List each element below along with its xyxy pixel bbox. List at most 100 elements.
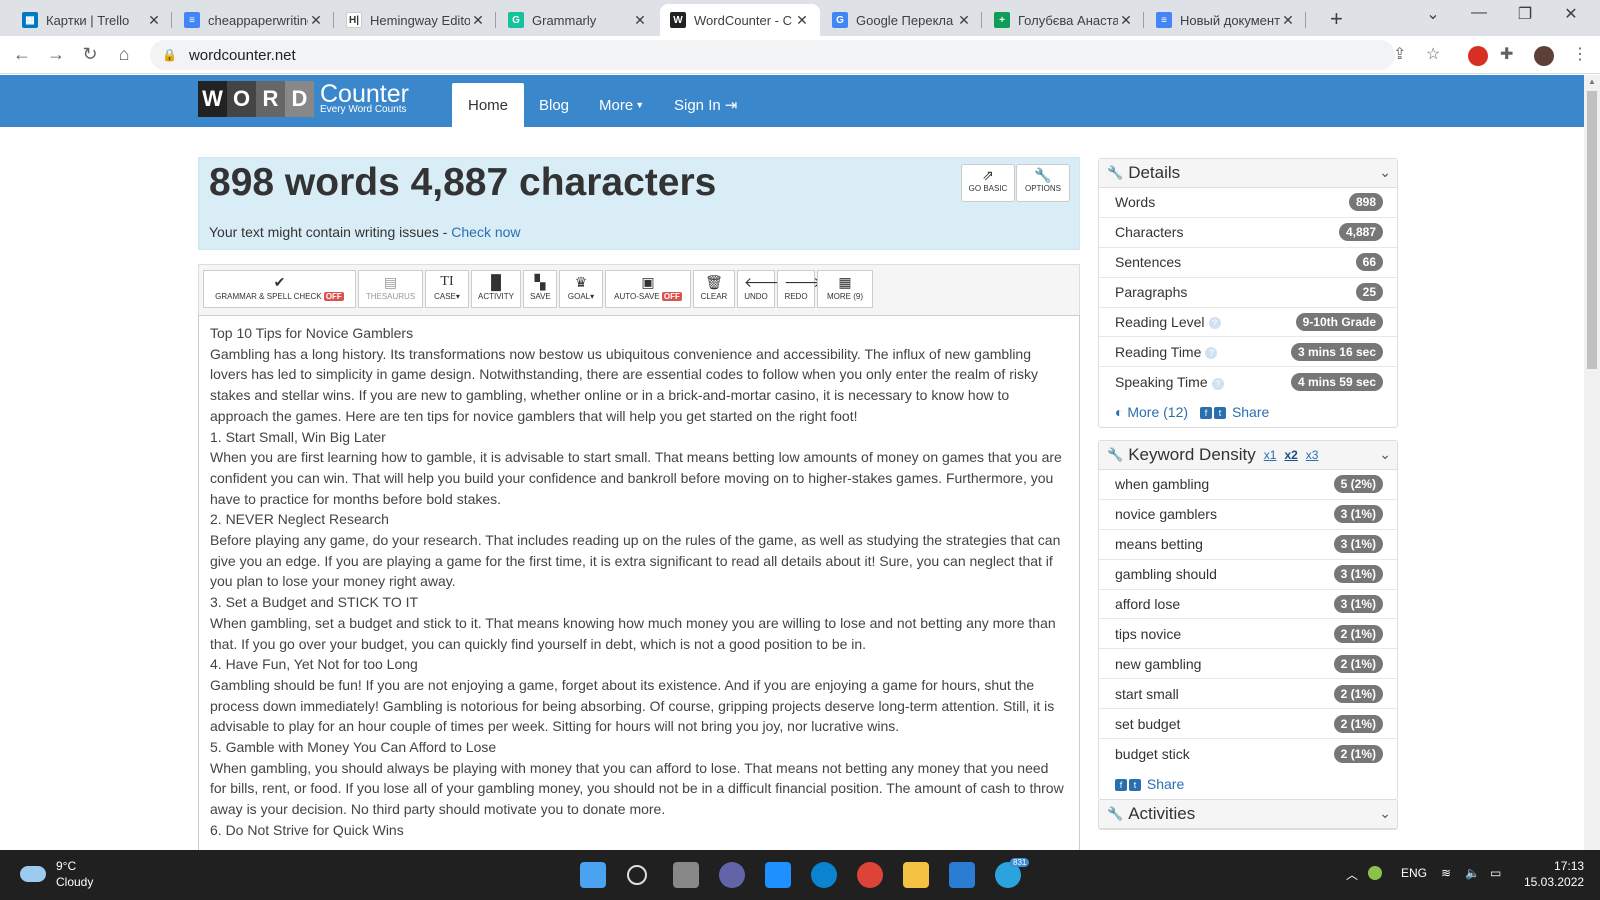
tab-close-icon[interactable]: ✕: [146, 12, 162, 29]
nav-blog[interactable]: Blog: [523, 83, 585, 127]
thesaurus-button[interactable]: ▤ THESAURUS: [358, 270, 423, 308]
page-scrollbar[interactable]: ▲: [1584, 75, 1600, 850]
browser-tab[interactable]: + Голубєва Анаста ✕: [984, 4, 1144, 36]
home-icon[interactable]: ⌂: [112, 44, 136, 65]
more-tools-button[interactable]: ▦ MORE (9): [817, 270, 873, 308]
language-indicator[interactable]: ENG: [1401, 866, 1427, 880]
browser-tab[interactable]: G Grammarly ✕: [498, 4, 658, 36]
tab-title: cheappaperwriting: [208, 12, 308, 28]
tab-close-icon[interactable]: ✕: [470, 12, 486, 29]
keyword-row[interactable]: afford lose 3 (1%): [1099, 590, 1397, 620]
keyword-row[interactable]: when gambling 5 (2%): [1099, 470, 1397, 500]
share-icon[interactable]: ⇪: [1393, 44, 1406, 64]
keyword-share-link[interactable]: ft Share: [1115, 776, 1184, 792]
weather-widget[interactable]: 9°C Cloudy: [20, 858, 93, 890]
keyword-row[interactable]: means betting 3 (1%): [1099, 530, 1397, 560]
goal-button[interactable]: ♛ GOAL▾: [559, 270, 603, 308]
text-editor[interactable]: Top 10 Tips for Novice Gamblers Gambling …: [198, 315, 1080, 850]
chevron-down-icon[interactable]: ⌄: [1379, 164, 1391, 181]
auto-save-button[interactable]: ▣ AUTO-SAVE OFF: [605, 270, 691, 308]
teams-chat-icon[interactable]: [719, 862, 745, 888]
edge-icon[interactable]: [811, 862, 837, 888]
nav-sign-in[interactable]: Sign In ⇥: [658, 83, 753, 127]
battery-icon[interactable]: ▭: [1490, 866, 1501, 880]
back-icon[interactable]: ←: [10, 44, 34, 65]
x1-toggle[interactable]: x1: [1264, 448, 1277, 462]
chevron-down-icon[interactable]: ⌄: [1379, 446, 1391, 463]
tab-close-icon[interactable]: ✕: [632, 12, 648, 29]
chrome-icon[interactable]: [857, 862, 883, 888]
browser-tab[interactable]: ≡ Новый документ ✕: [1146, 4, 1306, 36]
help-icon[interactable]: ?: [1208, 317, 1221, 330]
keyword-row[interactable]: budget stick 2 (1%): [1099, 739, 1397, 769]
keyword-row[interactable]: set budget 2 (1%): [1099, 709, 1397, 740]
scrollbar-thumb[interactable]: [1587, 91, 1597, 369]
browser-tab[interactable]: ▦ Картки | Trello ✕: [12, 4, 172, 36]
more-details-link[interactable]: ◐ More (12): [1115, 404, 1188, 420]
scroll-up-arrow-icon[interactable]: ▲: [1588, 77, 1596, 86]
chrome-menu-icon[interactable]: ⋮: [1572, 44, 1588, 64]
adblock-extension-icon[interactable]: [1468, 46, 1488, 66]
search-icon[interactable]: [627, 865, 647, 885]
extensions-puzzle-icon[interactable]: ✚: [1500, 44, 1513, 64]
redo-button[interactable]: 🡒 REDO: [777, 270, 822, 308]
forward-icon[interactable]: →: [44, 44, 68, 65]
system-clock[interactable]: 17:13 15.03.2022: [1524, 858, 1584, 890]
x2-toggle[interactable]: x2: [1284, 448, 1297, 462]
keyword-count-badge: 2 (1%): [1333, 714, 1383, 733]
activities-header[interactable]: 🔧 Activities ⌄: [1099, 800, 1397, 829]
tab-close-icon[interactable]: ✕: [956, 12, 972, 29]
tab-close-icon[interactable]: ✕: [794, 12, 810, 29]
mail-icon[interactable]: [949, 862, 975, 888]
close-window-button[interactable]: ✕: [1548, 4, 1594, 24]
maximize-button[interactable]: ❐: [1502, 4, 1548, 24]
keyword-row[interactable]: novice gamblers 3 (1%): [1099, 500, 1397, 530]
tab-close-icon[interactable]: ✕: [1280, 12, 1296, 29]
go-basic-button[interactable]: ⇗ GO BASIC: [961, 164, 1015, 202]
activity-button[interactable]: ▐▌ ACTIVITY: [471, 270, 521, 308]
tray-chevron-icon[interactable]: ︿: [1346, 866, 1358, 883]
reload-icon[interactable]: ↻: [78, 44, 102, 65]
file-explorer-icon[interactable]: [903, 862, 929, 888]
start-windows-icon[interactable]: [580, 862, 606, 888]
tray-app-icon[interactable]: [1368, 866, 1382, 880]
profile-avatar[interactable]: [1534, 46, 1554, 66]
volume-icon[interactable]: 🔈: [1465, 866, 1480, 880]
browser-tab[interactable]: G Google Перекла ✕: [822, 4, 982, 36]
tab-close-icon[interactable]: ✕: [1118, 12, 1134, 29]
details-header[interactable]: 🔧 Details ⌄: [1099, 159, 1397, 188]
address-bar[interactable]: 🔒 wordcounter.net: [150, 40, 1395, 70]
grammar-spell-check-button[interactable]: ✔ GRAMMAR & SPELL CHECK OFF: [203, 270, 356, 308]
keyword-row[interactable]: gambling should 3 (1%): [1099, 560, 1397, 590]
details-share-link[interactable]: ft Share: [1200, 404, 1269, 420]
chevron-down-icon[interactable]: ⌄: [1379, 805, 1391, 822]
x3-toggle[interactable]: x3: [1306, 448, 1319, 462]
check-now-link[interactable]: Check now: [451, 224, 520, 240]
wifi-icon[interactable]: ≋: [1441, 866, 1451, 880]
undo-button[interactable]: 🡐 UNDO: [737, 270, 782, 308]
browser-tab[interactable]: ≡ cheappaperwriting ✕: [174, 4, 334, 36]
wordcounter-logo[interactable]: W O R D Counter Every Word Counts: [198, 81, 409, 117]
help-icon[interactable]: ?: [1211, 377, 1224, 390]
minimize-button[interactable]: —: [1456, 4, 1502, 22]
desktop-icon[interactable]: [765, 862, 791, 888]
save-button[interactable]: ▚ SAVE: [523, 270, 557, 308]
bookmark-star-icon[interactable]: ☆: [1426, 44, 1440, 64]
case-button[interactable]: TI CASE▾: [425, 270, 469, 308]
help-icon[interactable]: ?: [1205, 347, 1218, 360]
nav-more[interactable]: More ▼: [583, 83, 660, 127]
new-tab-button[interactable]: +: [1330, 6, 1343, 32]
keyword-row[interactable]: tips novice 2 (1%): [1099, 619, 1397, 650]
keyword-density-header[interactable]: 🔧 Keyword Density x1 x2 x3 ⌄: [1099, 441, 1397, 470]
clear-button[interactable]: 🗑 CLEAR: [693, 270, 735, 308]
keyword-row[interactable]: new gambling 2 (1%): [1099, 649, 1397, 680]
browser-tab[interactable]: H| Hemingway Edito ✕: [336, 4, 496, 36]
keyword-row[interactable]: start small 2 (1%): [1099, 679, 1397, 710]
options-button[interactable]: 🔧 OPTIONS: [1016, 164, 1070, 202]
task-view-icon[interactable]: [673, 862, 699, 888]
tab-separator: [333, 12, 334, 28]
nav-home[interactable]: Home: [452, 83, 525, 127]
browser-tab[interactable]: W WordCounter - C ✕: [660, 4, 820, 36]
tab-close-icon[interactable]: ✕: [308, 12, 324, 29]
tab-search-icon[interactable]: ⌄: [1410, 4, 1456, 24]
